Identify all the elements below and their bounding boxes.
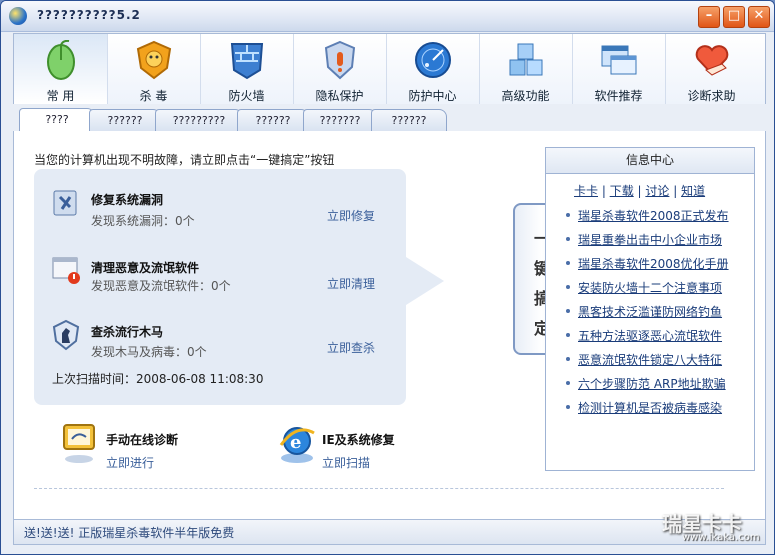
fix-now-link[interactable]: 立即修复 [327,207,375,224]
news-item[interactable]: 检测计算机是否被病毒感染 [565,399,722,416]
link-download[interactable]: 下载 [610,184,634,198]
toolbar-common[interactable]: 常 用 [14,34,108,104]
toolbar-label: 高级功能 [501,89,550,103]
toolbar-privacy[interactable]: 隐私保护 [293,34,387,104]
scan-now-link[interactable]: 立即扫描 [322,454,370,471]
tab-5[interactable]: ?????? [371,109,447,131]
link-discuss[interactable]: 讨论 [645,184,669,198]
maximize-button[interactable]: □ [723,6,745,28]
cubes-icon [509,43,543,76]
news-item[interactable]: 瑞星重拳出击中小企业市场 [565,231,722,248]
item-sub: 发现木马及病毒：0个 [91,345,207,359]
clean-now-link[interactable]: 立即清理 [327,275,375,292]
lion-shield-icon [136,40,172,80]
radar-icon [415,42,451,78]
minimize-button[interactable]: – [698,6,720,28]
toolbar-advanced[interactable]: 高级功能 [479,34,573,104]
malware-clean-icon [52,257,80,284]
tab-bar: ???? ?????? ????????? ?????? ??????? ???… [13,105,764,132]
item-sub: 发现恶意及流氓软件：0个 [91,279,231,293]
item-title: 修复系统漏洞 [91,193,164,207]
toolbar-label: 杀 毒 [139,89,168,103]
start-now-link[interactable]: 立即进行 [106,454,154,471]
toolbar-protection-center[interactable]: 防护中心 [386,34,480,104]
hint-text: 当您的计算机出现不明故障，请立即点击“一键搞定”按钮 [34,153,335,167]
main-content: 当您的计算机出现不明故障，请立即点击“一键搞定”按钮 修复系统漏洞 发现系统漏洞… [13,131,766,521]
ie-repair-icon: e [279,427,315,463]
window-title: ??????????5.2 [37,8,141,22]
system-repair-icon [53,190,77,216]
item-sub: 发现系统漏洞：0个 [91,214,195,228]
divider [34,488,724,489]
toolbar-label: 防火墙 [228,89,265,103]
news-item[interactable]: 恶意流氓软件锁定八大特征 [565,351,722,368]
toolbar-help[interactable]: 诊断求助 [665,34,758,104]
toolbar-label: 常 用 [46,89,75,103]
tab-2[interactable]: ????????? [155,109,243,131]
title-bar: ??????????5.2 – □ ✕ [1,1,774,32]
news-item[interactable]: 五种方法驱逐恶心流氓软件 [565,327,722,344]
item-title: 查杀流行木马 [91,325,164,339]
windows-icon [601,45,637,75]
scan-panel: 修复系统漏洞 发现系统漏洞：0个 立即修复 清理恶意及流氓软件 发现恶意及流氓软… [34,169,406,405]
toolbar-label: 防护中心 [408,89,457,103]
news-item[interactable]: 六个步骤防范 ARP地址欺骗 [566,375,726,392]
kill-now-link[interactable]: 立即查杀 [327,339,375,356]
watermark-logo: 瑞星卡卡 www.ikaka.com [648,508,768,548]
watermark-url: www.ikaka.com [682,532,760,543]
main-toolbar: 常 用 杀 毒 防火墙 隐私保护 防护中心 高级功能 软件推荐 诊断求助 [13,33,766,104]
news-item[interactable]: 瑞星杀毒软件2008优化手册 [566,255,729,272]
app-window: ??????????5.2 – □ ✕ 常 用 杀 毒 防火墙 隐私保护 防护中… [0,0,775,555]
toolbar-label: 隐私保护 [315,89,364,103]
tab-3[interactable]: ?????? [237,109,309,131]
news-item[interactable]: 安装防火墙十二个注意事项 [565,279,722,296]
last-scan-time: 上次扫描时间：2008-06-08 11:08:30 [52,372,264,386]
privacy-shield-icon [324,40,356,80]
manual-diagnosis-title: 手动在线诊断 [106,433,179,447]
arrow-shape [406,257,444,305]
tab-0[interactable]: ???? [19,108,95,132]
link-kaka[interactable]: 卡卡 [574,184,598,198]
toolbar-software[interactable]: 软件推荐 [572,34,666,104]
online-diagnosis-icon [63,424,95,463]
close-button[interactable]: ✕ [748,6,770,28]
toolbar-firewall[interactable]: 防火墙 [200,34,294,104]
item-title: 清理恶意及流氓软件 [91,261,200,275]
info-links: 卡卡 | 下载 | 讨论 | 知道 [574,184,706,198]
toolbar-antivirus[interactable]: 杀 毒 [107,34,201,104]
mouse-icon [47,40,75,80]
app-logo-icon [9,7,27,25]
ie-repair-title: IE及系统修复 [322,433,395,447]
info-center-title: 信息中心 [546,148,754,174]
trojan-horse-icon [52,319,80,351]
info-center-panel: 信息中心 卡卡 | 下载 | 讨论 | 知道 瑞星杀毒软件2008正式发布 瑞星… [545,147,755,471]
tab-4[interactable]: ??????? [303,109,377,131]
promo-link[interactable]: 送!送!送! 正版瑞星杀毒软件半年版免费 [24,524,234,541]
tab-1[interactable]: ?????? [89,109,161,131]
news-item[interactable]: 黑客技术泛滥谨防网络钓鱼 [565,303,722,320]
news-item[interactable]: 瑞星杀毒软件2008正式发布 [566,207,729,224]
link-zhidao[interactable]: 知道 [681,184,705,198]
toolbar-label: 软件推荐 [594,89,643,103]
heart-hand-icon [695,45,729,76]
toolbar-label: 诊断求助 [687,89,736,103]
firewall-icon [230,43,264,80]
